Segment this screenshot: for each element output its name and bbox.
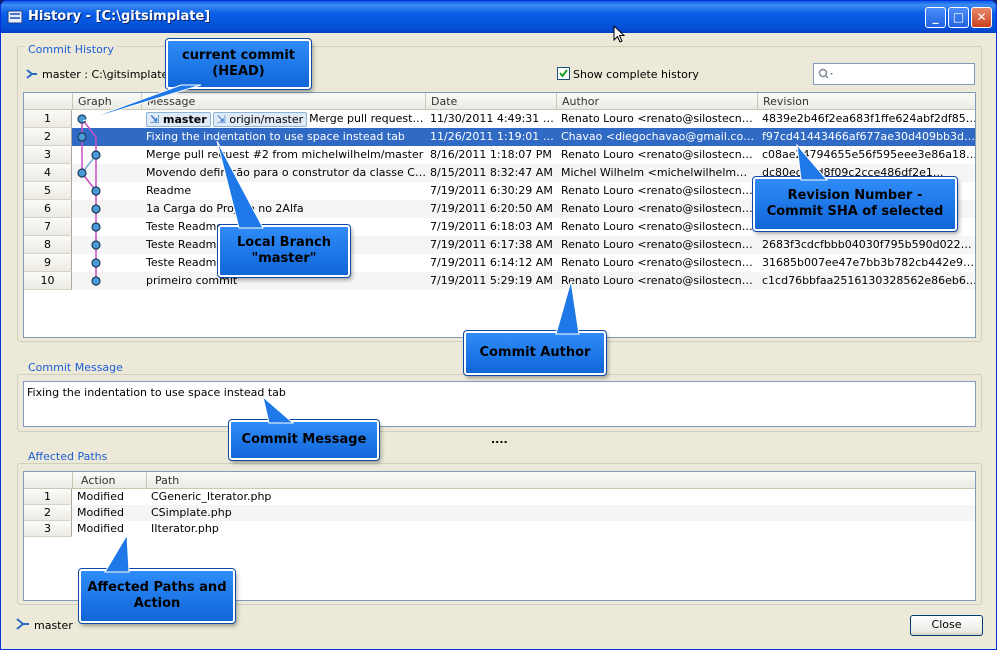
pointer-revision [796, 143, 829, 181]
maximize-button[interactable]: □ [948, 7, 969, 28]
pointer-paths [104, 533, 130, 573]
minimize-button[interactable]: _ [925, 7, 946, 28]
pointer-message [262, 395, 295, 424]
pointer-head [82, 84, 202, 122]
window-title: History - [C:\gitsimplate] [28, 9, 211, 24]
callout-pointers [82, 84, 829, 573]
history-icon [7, 10, 23, 24]
window-content: Commit History master : C:\gitsimplate S… [1, 25, 996, 649]
pointer-local-branch [216, 140, 264, 229]
mouse-cursor-icon [613, 25, 626, 43]
close-window-button[interactable]: ✕ [971, 7, 992, 28]
title-bar: History - [C:\gitsimplate] _ □ ✕ [1, 1, 996, 33]
history-window: History - [C:\gitsimplate] _ □ ✕ Commit … [0, 0, 997, 650]
pointer-author [555, 280, 580, 335]
